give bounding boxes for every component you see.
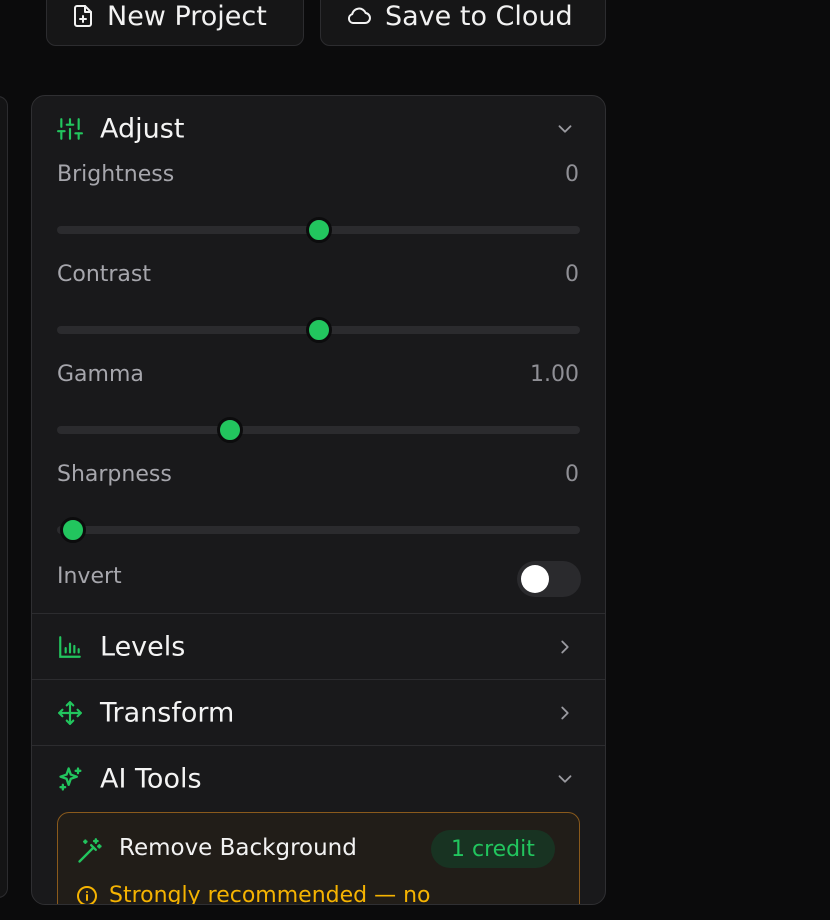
save-to-cloud-button[interactable]: Save to Cloud	[320, 0, 606, 46]
invert-label: Invert	[57, 564, 122, 589]
levels-section-title: Levels	[100, 631, 186, 663]
transform-section-title: Transform	[100, 697, 235, 729]
contrast-label: Contrast	[57, 262, 152, 287]
sparkles-icon	[57, 765, 85, 793]
move-icon	[57, 700, 83, 726]
brightness-slider[interactable]	[57, 217, 580, 243]
levels-section-header[interactable]: Levels	[32, 614, 605, 680]
gamma-slider[interactable]	[57, 417, 580, 443]
sharpness-label: Sharpness	[57, 462, 172, 487]
cloud-icon	[345, 4, 373, 28]
brightness-value: 0	[565, 162, 579, 187]
new-project-label: New Project	[107, 0, 267, 32]
chevron-right-icon	[554, 636, 576, 658]
brightness-slider-thumb[interactable]	[305, 217, 332, 243]
gamma-value: 1.00	[530, 362, 579, 387]
magic-wand-icon	[76, 837, 104, 865]
ai-tools-section-header[interactable]: AI Tools	[32, 746, 605, 812]
contrast-value: 0	[565, 262, 579, 287]
file-plus-icon	[71, 4, 95, 28]
sharpness-value: 0	[565, 462, 579, 487]
sliders-icon	[57, 116, 83, 142]
gamma-label: Gamma	[57, 362, 144, 387]
brightness-label: Brightness	[57, 162, 175, 187]
chevron-down-icon	[554, 118, 576, 140]
contrast-slider[interactable]	[57, 317, 580, 343]
gamma-slider-thumb[interactable]	[217, 417, 244, 443]
credit-badge: 1 credit	[431, 830, 555, 868]
left-panel-edge	[0, 96, 8, 898]
invert-toggle-knob	[521, 565, 549, 593]
new-project-button[interactable]: New Project	[46, 0, 304, 46]
save-to-cloud-label: Save to Cloud	[385, 0, 573, 32]
properties-panel: Adjust Brightness 0 Contrast 0 Gamma 1.0…	[31, 95, 606, 905]
ai-tools-section-title: AI Tools	[100, 763, 202, 795]
adjust-section-header[interactable]: Adjust	[32, 96, 605, 162]
remove-background-label: Remove Background	[119, 835, 357, 861]
bar-chart-icon	[57, 634, 83, 660]
info-circle-icon	[75, 884, 99, 904]
chevron-right-icon	[554, 702, 576, 724]
warning-row: Strongly recommended — no	[75, 883, 431, 905]
warning-text: Strongly recommended — no	[109, 883, 431, 905]
sharpness-slider-thumb[interactable]	[60, 517, 86, 543]
remove-background-card[interactable]: Remove Background 1 credit Strongly reco…	[57, 812, 580, 905]
contrast-slider-thumb[interactable]	[305, 317, 332, 343]
transform-section-header[interactable]: Transform	[32, 680, 605, 746]
adjust-section-title: Adjust	[100, 113, 185, 145]
sharpness-slider[interactable]	[57, 517, 580, 543]
invert-toggle[interactable]	[517, 561, 581, 597]
chevron-down-icon	[554, 768, 576, 790]
